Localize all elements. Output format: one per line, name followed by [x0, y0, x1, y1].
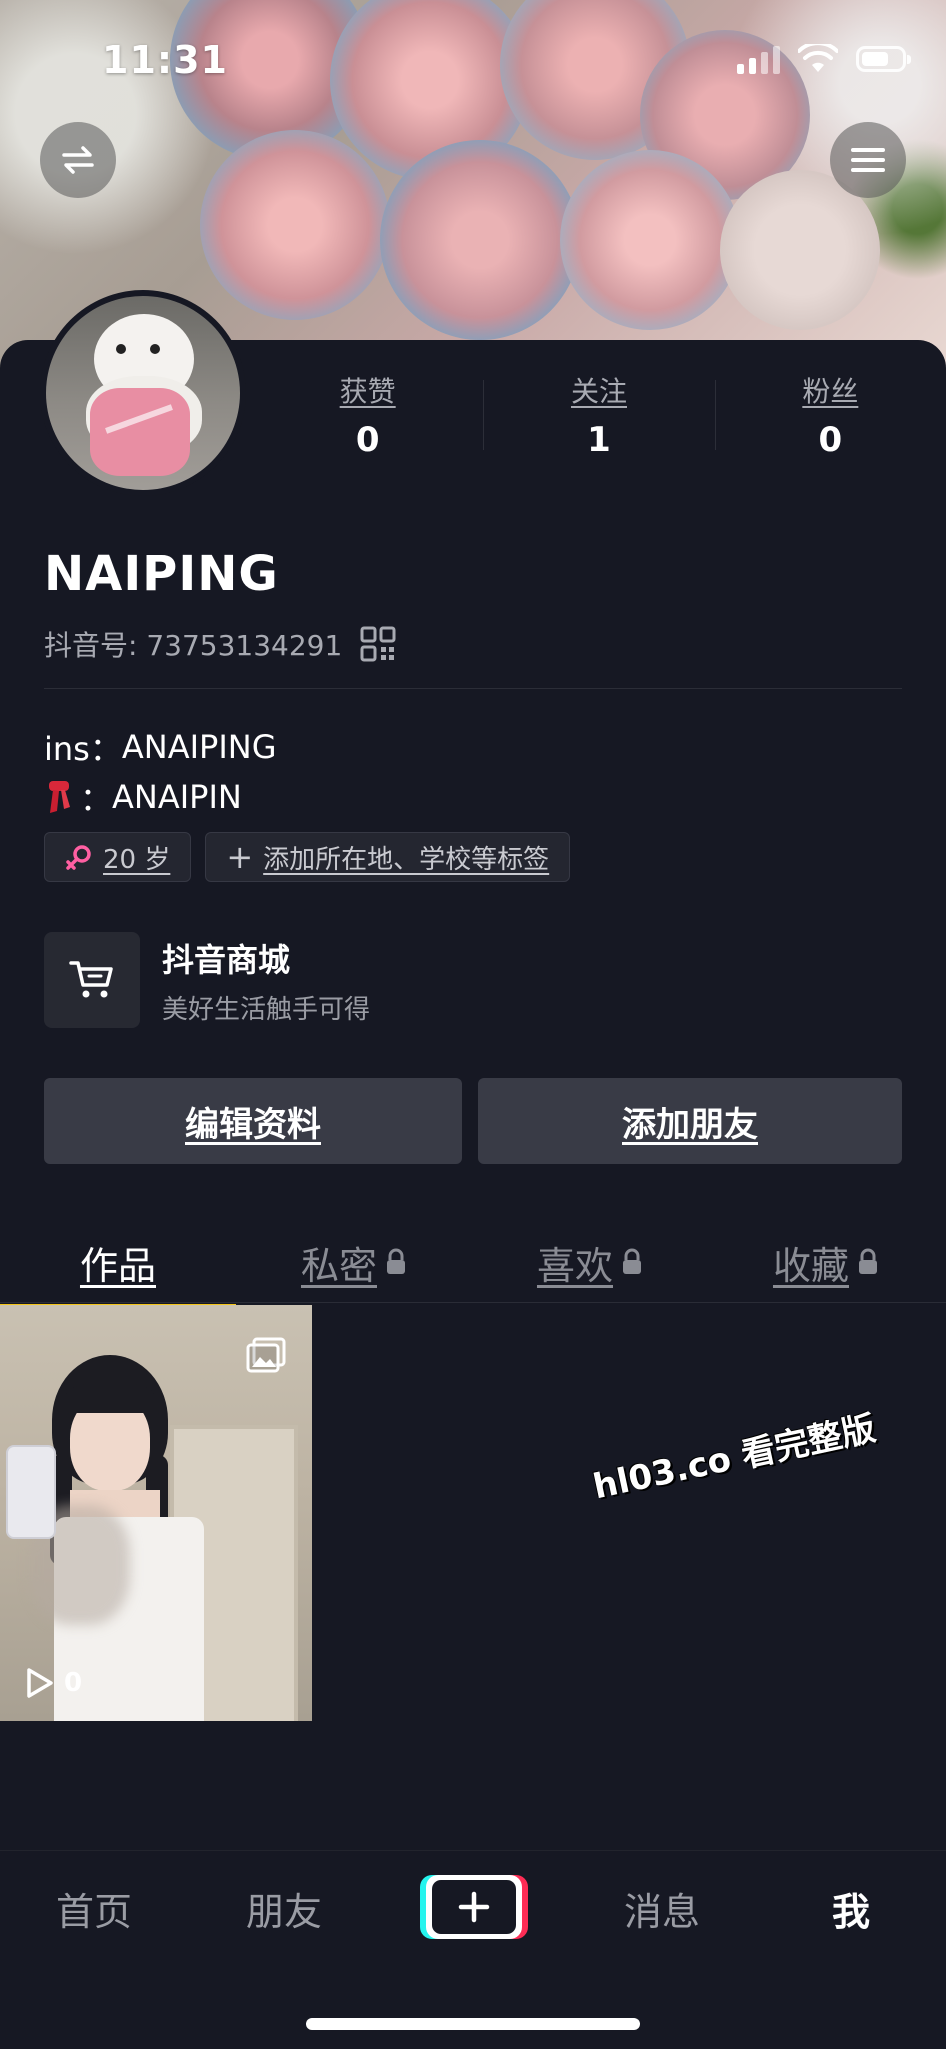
- swap-arrows-icon: [62, 146, 94, 174]
- image-post-icon: [246, 1337, 286, 1373]
- add-tag-label: 添加所在地、学校等标签: [263, 844, 550, 875]
- home-indicator: [306, 2018, 640, 2030]
- stat-label: 关注: [570, 375, 627, 408]
- tab-label: 私密: [300, 1243, 377, 1288]
- bio-line-ins: ins： ANAIPING: [44, 724, 276, 770]
- play-count-value: 0: [64, 1668, 83, 1698]
- shop-title: 抖音商城: [162, 940, 291, 979]
- stat-following[interactable]: 关注 1: [483, 370, 714, 460]
- create-post-button[interactable]: [426, 1875, 522, 1939]
- shop-subtitle: 美好生活触手可得: [162, 994, 371, 1025]
- lock-icon: [387, 1248, 405, 1274]
- qr-code-icon[interactable]: [360, 626, 396, 662]
- bio-prefix: ins：: [44, 730, 122, 768]
- play-count: 0: [24, 1667, 82, 1699]
- status-time: 11:31: [102, 38, 228, 82]
- tab-private[interactable]: 私密: [236, 1222, 472, 1302]
- nav-me[interactable]: 我: [832, 1881, 870, 1936]
- profile-stats: 获赞 0 关注 1 粉丝 0: [252, 370, 946, 460]
- bio-text: ANAIPIN: [112, 778, 242, 816]
- menu-button[interactable]: [830, 122, 906, 198]
- tab-label: 作品: [79, 1243, 156, 1288]
- tab-likes[interactable]: 喜欢: [472, 1222, 708, 1302]
- tabs-divider: [0, 1302, 946, 1303]
- avatar[interactable]: [40, 290, 246, 496]
- shopping-cart-icon: [44, 932, 140, 1028]
- stat-followers[interactable]: 粉丝 0: [714, 370, 946, 460]
- stat-value: 1: [587, 420, 611, 460]
- red-scarf-icon: [49, 781, 70, 813]
- stat-label: 粉丝: [802, 375, 859, 408]
- wifi-icon: [798, 44, 838, 72]
- status-indicators: [737, 44, 911, 74]
- battery-icon: [856, 46, 911, 72]
- lock-icon: [623, 1248, 641, 1274]
- divider: [44, 688, 902, 689]
- avatar-image: [46, 296, 240, 490]
- edit-profile-button[interactable]: 编辑资料: [44, 1078, 462, 1164]
- hamburger-menu-icon: [851, 148, 885, 172]
- content-tabs: 作品 私密 喜欢 收藏: [0, 1222, 946, 1308]
- cellular-signal-icon: [737, 44, 780, 74]
- bio-prefix: ：: [80, 780, 113, 818]
- plus-icon: +: [226, 838, 254, 876]
- video-thumbnail[interactable]: 0: [0, 1305, 312, 1721]
- tab-label: 收藏: [772, 1243, 849, 1288]
- nav-messages[interactable]: 消息: [624, 1881, 700, 1936]
- tab-label: 喜欢: [536, 1243, 613, 1288]
- stat-label: 获赞: [339, 375, 396, 408]
- play-icon: [27, 1668, 53, 1698]
- douyin-id-row: 抖音号: 73753134291: [44, 624, 396, 664]
- stat-value: 0: [355, 420, 380, 460]
- lock-icon: [859, 1248, 877, 1274]
- nav-home[interactable]: 首页: [56, 1881, 132, 1936]
- add-friend-button[interactable]: 添加朋友: [478, 1078, 902, 1164]
- age-label: 20 岁: [103, 844, 171, 875]
- add-tag-button[interactable]: + 添加所在地、学校等标签: [205, 832, 571, 882]
- profile-tags: 20 岁 + 添加所在地、学校等标签: [44, 832, 571, 882]
- tab-favorites[interactable]: 收藏: [708, 1222, 944, 1302]
- profile-name: NAIPING: [44, 546, 279, 602]
- switch-account-button[interactable]: [40, 122, 116, 198]
- plus-icon: [458, 1891, 490, 1923]
- stat-value: 0: [818, 420, 843, 460]
- nav-friends[interactable]: 朋友: [246, 1881, 322, 1936]
- age-tag[interactable]: 20 岁: [44, 832, 192, 882]
- bio-text: ANAIPING: [121, 728, 277, 766]
- female-gender-icon: [66, 845, 91, 870]
- tab-works[interactable]: 作品: [0, 1222, 236, 1308]
- douyin-id: 抖音号: 73753134291: [44, 629, 343, 662]
- stat-likes[interactable]: 获赞 0: [252, 370, 483, 460]
- bio-line-xhs: ： ANAIPIN: [44, 774, 242, 820]
- douyin-mall-entry[interactable]: 抖音商城 美好生活触手可得: [44, 932, 370, 1028]
